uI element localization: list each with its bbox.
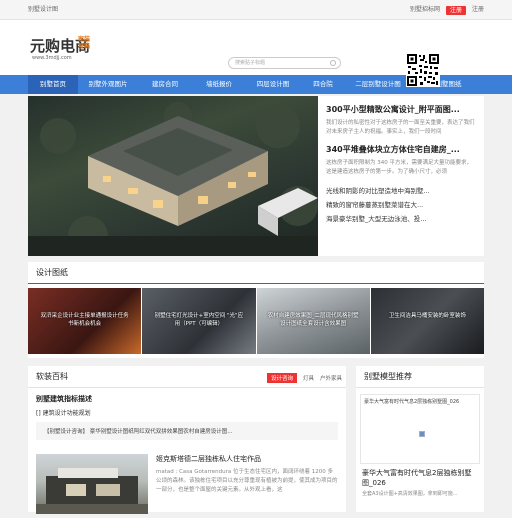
decor-wiki-section: 软装百科 设计咨询 灯具 户外家具 别墅建筑指标描述 [] 建筑设计功能规划 【…	[28, 366, 346, 514]
site-logo[interactable]: 元购电商 家装攻略 www.3mdjj.com	[30, 35, 100, 65]
section-title: 别墅模型推荐	[356, 366, 484, 388]
logo-side-text: 家装攻略	[78, 36, 91, 50]
top-links: 别墅招标网 注册 注册	[410, 0, 484, 20]
nav-item-wallpaper[interactable]: 墙纸报价	[192, 75, 246, 94]
wiki-desc[interactable]: 【别墅设计咨询】 豪华别墅设计图纸阿红双代双拼效果图农村自建房设计图...	[36, 422, 338, 440]
article-thumbnail[interactable]	[36, 454, 148, 514]
news-title[interactable]: 300平小型精致公寓设计_附平面图...	[326, 104, 476, 115]
model-card[interactable]: 豪华大气富有时代气息2层独栋别墅图_026	[360, 394, 480, 464]
tab-lamps[interactable]: 灯具	[303, 374, 314, 382]
news-title[interactable]: 340平堆叠体块立方体住宅自建房_...	[326, 144, 476, 155]
hero-image[interactable]	[28, 96, 318, 256]
wiki-tabs: 设计咨询 灯具 户外家具	[266, 373, 342, 383]
hero-news-list: 300平小型精致公寓设计_附平面图... 我们设计的私密性对于这栋房子的一面至关…	[318, 96, 484, 256]
gallery-item[interactable]: 别墅住宅灯光设计+室内空间 "光"应用（PPT（可编辑）	[142, 288, 256, 354]
model-title[interactable]: 豪华大气富有时代气息2层独栋别墅图_026	[356, 464, 484, 488]
villa-rendering	[28, 102, 318, 256]
search-icon[interactable]	[330, 60, 336, 66]
news-link[interactable]: 海景豪华别墅_大型无边泳池、投...	[326, 212, 476, 226]
nav-item-siheyuan[interactable]: 四合院	[300, 75, 346, 94]
article-desc: matad : Casa Gotarrendura 位于生态住宅区内，面阔环绕着…	[156, 469, 338, 493]
news-link[interactable]: 精致的窗帘藤蔓蒸别墅菜谱在大...	[326, 198, 476, 212]
news-desc: 这栋房子面积限制为 340 平方米，需要满足大量功能要求，这是建造这栋房子的第一…	[326, 160, 472, 175]
wiki-article[interactable]: 姬克斯塔德二层独栋私人住宅作品 matad : Casa Gotarrendur…	[28, 440, 346, 514]
news-link[interactable]: 光线和阴影的对比塑造地中海别墅...	[326, 184, 476, 198]
model-card-caption: 豪华大气富有时代气息2层独栋别墅图_026	[364, 399, 460, 405]
login-link[interactable]: 注册	[472, 0, 484, 20]
tab-design-consult[interactable]: 设计咨询	[266, 373, 297, 383]
qr-code	[406, 53, 440, 87]
section-title: 设计图纸	[28, 262, 484, 284]
wiki-heading[interactable]: 别墅建筑指标描述	[28, 388, 346, 404]
design-drawings-section: 设计图纸 双浒采企设计业主接单通报设计任务书新机会机会 别墅住宅灯光设计+室内空…	[28, 262, 484, 358]
search-input[interactable]: 搜索贴子标题	[228, 57, 341, 69]
logo-url: www.3mdjj.com	[32, 55, 72, 61]
news-desc: 我们设计的私密性对于这栋房子的一面至关重要，表达了我们对未来房子主人的祝福。事实…	[326, 120, 475, 135]
hero-section: 300平小型精致公寓设计_附平面图... 我们设计的私密性对于这栋房子的一面至关…	[28, 96, 484, 256]
nav-item-four-floor[interactable]: 四层设计图	[246, 75, 300, 94]
gallery-item[interactable]: 双浒采企设计业主接单通报设计任务书新机会机会	[28, 288, 142, 354]
image-placeholder-icon	[419, 431, 425, 437]
nav-item-two-floor[interactable]: 二层别墅设计图	[346, 75, 410, 94]
top-bar: 别墅设计图 别墅招标网 注册 注册	[0, 0, 512, 20]
site-tagline: 别墅设计图	[28, 6, 59, 13]
header: 元购电商 家装攻略 www.3mdjj.com 搜索贴子标题	[0, 20, 512, 87]
gallery-item[interactable]: 卫生间洁具马桶安装的卧室装饰	[370, 288, 484, 354]
wiki-line[interactable]: [] 建筑设计功能规划	[28, 404, 346, 417]
model-desc: 全套A3设计图+高清效果图，拿到即可施...	[362, 491, 458, 497]
gallery-item[interactable]: 农村自建房效果图_二层现代风格别墅设计图纸全套设计含效果图	[256, 288, 370, 354]
tab-outdoor-furniture[interactable]: 户外家具	[320, 374, 342, 382]
nav-item-exterior[interactable]: 别墅外观图片	[78, 75, 138, 94]
nav-item-contract[interactable]: 建房合同	[138, 75, 192, 94]
register-button[interactable]: 注册	[445, 5, 466, 15]
top-link-tender[interactable]: 别墅招标网	[410, 0, 440, 20]
model-recommend-section: 别墅模型推荐 豪华大气富有时代气息2层独栋别墅图_026 豪华大气富有时代气息2…	[356, 366, 484, 512]
article-title[interactable]: 姬克斯塔德二层独栋私人住宅作品	[156, 454, 338, 464]
nav-item-home[interactable]: 别墅首页	[28, 75, 78, 94]
